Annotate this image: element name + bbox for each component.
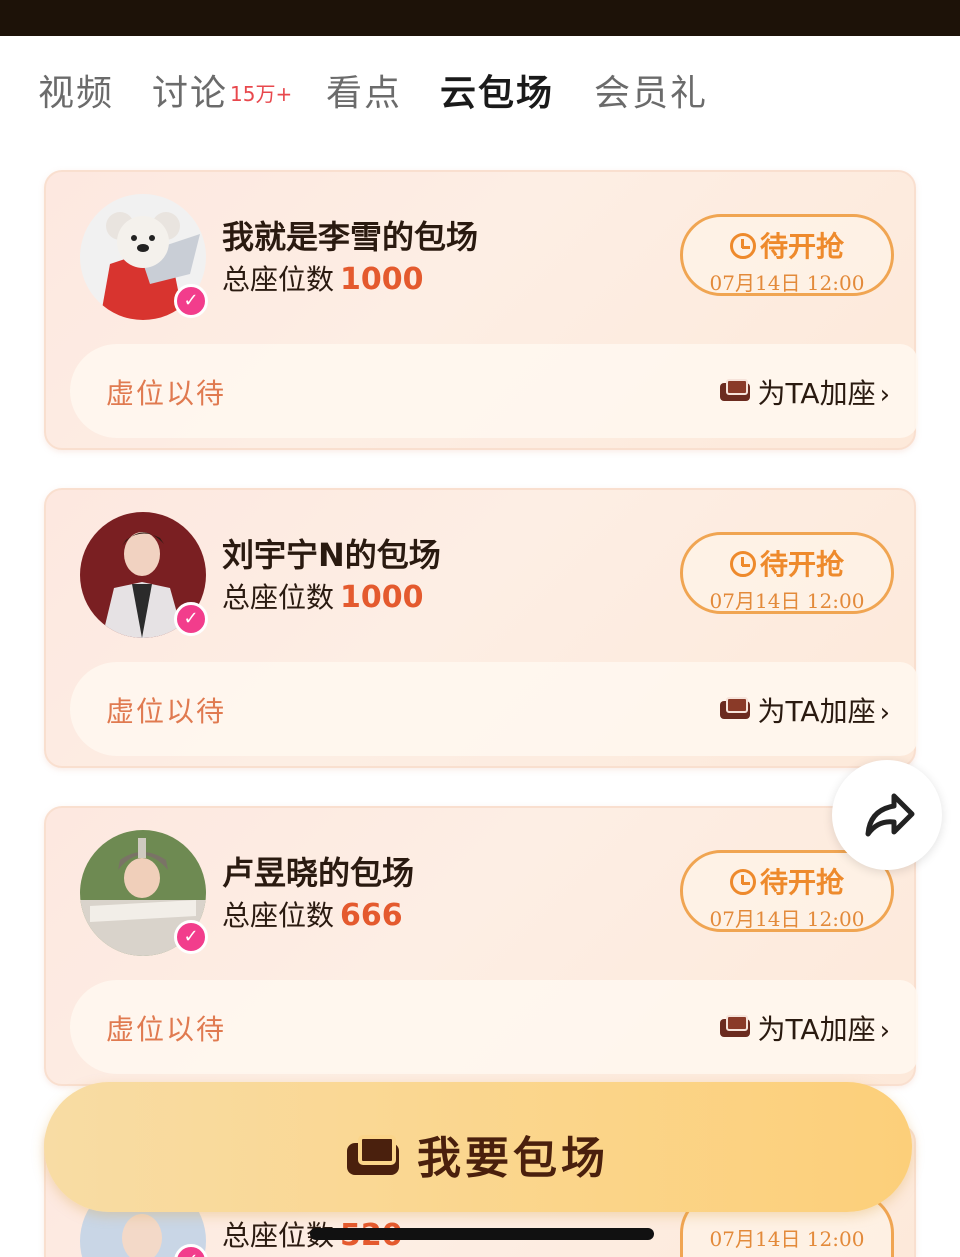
home-indicator: [310, 1228, 654, 1240]
screening-card[interactable]: ✓ 刘宇宁N的包场 总座位数 1000 待开抢 07月14日 12:00 虚位以待…: [44, 488, 918, 768]
start-time: 07月14日 12:00: [709, 907, 865, 931]
add-seat-label: 为TA加座: [757, 377, 876, 410]
status-label: 待开抢: [759, 548, 844, 581]
tab-video[interactable]: 视频: [38, 64, 114, 116]
verified-check-icon: ✓: [174, 602, 208, 636]
discussion-count: 15万+: [230, 82, 293, 106]
vacant-text: 虚位以待: [106, 377, 227, 410]
sofa-icon: [719, 697, 750, 723]
clock-icon: [729, 869, 756, 895]
tab-label: 会员礼: [594, 73, 709, 114]
screening-card[interactable]: ✓ 我就是李雪的包场 总座位数 1000 待开抢 07月14日 12:00 虚位以…: [44, 170, 918, 450]
tab-cloud-screening[interactable]: 云包场: [440, 64, 554, 116]
tab-discussion[interactable]: 讨论 15万+: [152, 64, 292, 116]
seats-label: 总座位数: [222, 263, 335, 296]
seat-row: 虚位以待 为TA加座 ›: [70, 344, 918, 438]
book-screening-button[interactable]: 我要包场: [44, 1082, 912, 1212]
chevron-right-icon: ›: [879, 698, 890, 728]
chevron-right-icon: ›: [879, 380, 890, 410]
screening-title: 刘宇宁N的包场: [222, 536, 441, 574]
status-label: 待开抢: [759, 866, 844, 899]
vacant-text: 虚位以待: [106, 1013, 227, 1046]
screening-title: 卢昱晓的包场: [222, 854, 415, 892]
start-time: 07月14日 12:00: [709, 589, 865, 613]
seats-count: 666: [340, 898, 403, 933]
verified-check-icon: ✓: [174, 920, 208, 954]
status-pill[interactable]: 待开抢 07月14日 12:00: [680, 214, 894, 296]
sofa-icon: [719, 379, 750, 405]
start-time: 07月14日 12:00: [709, 271, 865, 295]
start-time: 07月14日 12:00: [709, 1227, 865, 1251]
seats-count: 1000: [340, 580, 424, 615]
tab-label: 视频: [38, 73, 115, 114]
seats-label: 总座位数: [222, 899, 335, 932]
cta-label: 我要包场: [417, 1133, 609, 1184]
vacant-text: 虚位以待: [106, 695, 227, 728]
seat-row: 虚位以待 为TA加座 ›: [70, 980, 918, 1074]
add-seat-button[interactable]: 为TA加座 ›: [719, 1008, 890, 1048]
clock-icon: [729, 551, 756, 577]
add-seat-button[interactable]: 为TA加座 ›: [719, 690, 890, 730]
clock-icon: [729, 233, 756, 259]
total-seats: 总座位数 1000: [222, 576, 424, 616]
screening-title: 我就是李雪的包场: [222, 218, 479, 256]
seat-row: 虚位以待 为TA加座 ›: [70, 662, 918, 756]
screening-card[interactable]: ✓ 卢昱晓的包场 总座位数 666 待开抢 07月14日 12:00 虚位以待 为…: [44, 806, 918, 1086]
total-seats: 总座位数 666: [222, 894, 403, 934]
share-arrow-icon: [865, 793, 915, 837]
add-seat-button[interactable]: 为TA加座 ›: [719, 372, 890, 412]
total-seats: 总座位数 1000: [222, 258, 424, 298]
share-button[interactable]: [832, 760, 942, 870]
add-seat-label: 为TA加座: [757, 1013, 876, 1046]
sofa-icon: [347, 1135, 399, 1177]
tab-highlights[interactable]: 看点: [326, 64, 402, 116]
tab-label: 云包场: [440, 73, 555, 114]
status-bar: [0, 0, 960, 36]
seats-count: 1000: [340, 262, 424, 297]
tab-bar: 视频 讨论 15万+ 看点 云包场 会员礼: [0, 36, 960, 136]
add-seat-label: 为TA加座: [757, 695, 876, 728]
tab-label: 讨论: [152, 73, 229, 114]
sofa-icon: [719, 1015, 750, 1041]
tab-member-gift[interactable]: 会员礼: [594, 64, 708, 116]
status-pill[interactable]: 待开抢 07月14日 12:00: [680, 532, 894, 614]
verified-check-icon: ✓: [174, 284, 208, 318]
tab-label: 看点: [326, 73, 403, 114]
chevron-right-icon: ›: [879, 1016, 890, 1046]
status-label: 待开抢: [759, 230, 844, 263]
seats-label: 总座位数: [222, 581, 335, 614]
